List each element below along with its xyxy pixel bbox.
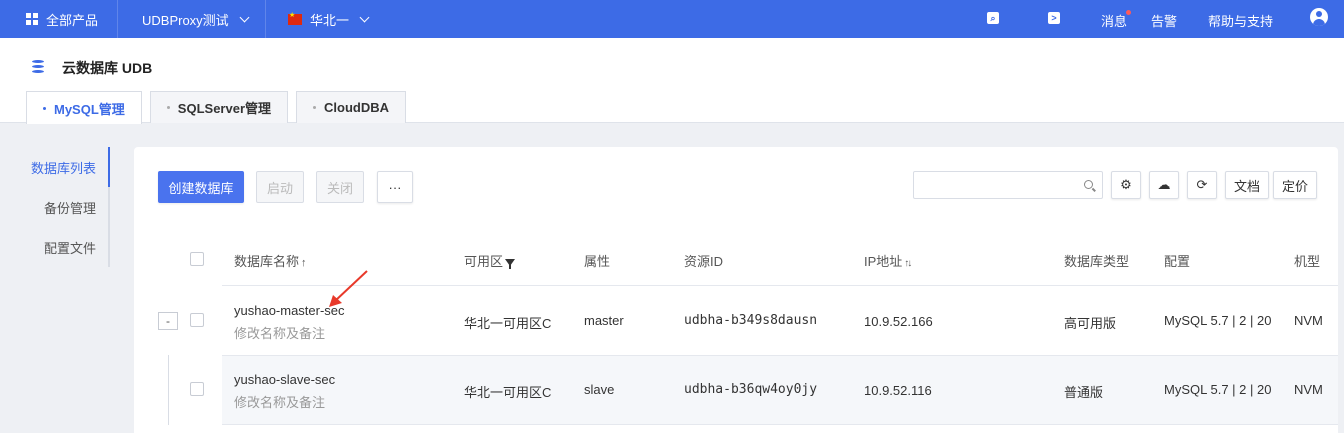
more-actions-button[interactable]: ··· xyxy=(377,171,413,203)
sidebar-item-config-files[interactable]: 配置文件 xyxy=(24,227,110,267)
region-selector[interactable]: 华北一 xyxy=(266,0,370,38)
refresh-icon: ⟳ xyxy=(1196,177,1208,192)
search-input[interactable] xyxy=(913,171,1103,199)
edit-name-note-link[interactable]: 修改名称及备注 xyxy=(234,392,325,411)
tab-label: CloudDBA xyxy=(324,100,389,115)
all-products-label: 全部产品 xyxy=(46,12,99,28)
db-type-cell: 普通版 xyxy=(1064,385,1104,400)
settings-button[interactable]: ⚙ xyxy=(1111,171,1141,199)
role-cell: slave xyxy=(584,382,615,397)
region-label: 华北一 xyxy=(310,12,350,28)
config-cell: MySQL 5.7 | 2 | 20 xyxy=(1164,382,1272,397)
sidebar-item-database-list[interactable]: 数据库列表 xyxy=(24,147,110,187)
product-tabs: MySQL管理 SQLServer管理 CloudDBA xyxy=(26,91,406,124)
resource-id-cell: udbha-b36qw4oy0jy xyxy=(684,382,818,397)
select-all-checkbox[interactable] xyxy=(190,252,204,266)
edit-name-note-link[interactable]: 修改名称及备注 xyxy=(234,323,325,342)
sort-ascending-icon: ↑ xyxy=(301,257,307,269)
create-database-button[interactable]: 创建数据库 xyxy=(158,171,244,203)
annotation-arrow-icon xyxy=(329,270,368,307)
column-header-label: 数据库名称 xyxy=(234,254,300,269)
china-flag-icon xyxy=(288,11,302,25)
project-label: UDBProxy测试 xyxy=(142,12,229,28)
table-header-divider xyxy=(222,285,1338,286)
database-icon xyxy=(32,60,44,73)
search-icon[interactable]: ⌕ xyxy=(987,12,999,24)
stop-button[interactable]: 关闭 xyxy=(316,171,364,203)
sidebar-item-backup[interactable]: 备份管理 xyxy=(24,187,110,227)
page-header: 云数据库 UDB MySQL管理 SQLServer管理 CloudDBA xyxy=(0,38,1344,124)
collapse-row-button[interactable]: - xyxy=(158,312,178,330)
tab-bullet xyxy=(313,106,316,109)
resource-id-cell: udbha-b349s8dausn xyxy=(684,313,818,328)
sidebar: 数据库列表 备份管理 配置文件 xyxy=(24,147,110,267)
db-name-link[interactable]: yushao-slave-sec xyxy=(234,372,335,387)
grid-icon xyxy=(26,13,38,25)
column-header-config: 配置 xyxy=(1164,254,1191,269)
download-button[interactable]: ☁ xyxy=(1149,171,1179,199)
ip-cell: 10.9.52.166 xyxy=(864,314,933,329)
column-header-zone[interactable]: 可用区 xyxy=(464,251,516,270)
top-navigation-bar: 全部产品 UDBProxy测试 华北一 ⌕ > 消息 告警 帮助与支持 xyxy=(0,0,1344,38)
chevron-down-icon xyxy=(359,12,370,22)
row-checkbox[interactable] xyxy=(190,382,204,396)
config-cell: MySQL 5.7 | 2 | 20 xyxy=(1164,313,1272,328)
chevron-down-icon xyxy=(239,12,250,22)
tree-connector-line xyxy=(168,355,169,425)
zone-cell: 华北一可用区C xyxy=(464,385,552,400)
tab-bullet xyxy=(166,106,170,109)
role-cell: master xyxy=(584,313,624,328)
messages-link[interactable]: 消息 xyxy=(1101,10,1132,30)
gear-icon: ⚙ xyxy=(1120,177,1132,192)
tab-sqlserver[interactable]: SQLServer管理 xyxy=(149,91,288,123)
column-header-label: IP地址 xyxy=(864,254,903,269)
column-header-resource-id: 资源ID xyxy=(684,254,724,269)
zone-cell: 华北一可用区C xyxy=(464,316,552,331)
pricing-button[interactable]: 定价 xyxy=(1273,171,1318,199)
sort-icon: ↑↓ xyxy=(904,258,912,269)
project-selector[interactable]: UDBProxy测试 xyxy=(118,0,266,38)
search-icon xyxy=(1084,180,1093,189)
all-products-menu[interactable]: 全部产品 xyxy=(0,0,118,38)
column-header-db-type: 数据库类型 xyxy=(1064,254,1130,269)
ip-cell: 10.9.52.116 xyxy=(864,383,932,398)
filter-icon xyxy=(505,259,516,270)
help-support-link[interactable]: 帮助与支持 xyxy=(1208,11,1273,30)
tab-label: MySQL管理 xyxy=(54,101,125,117)
tab-mysql[interactable]: MySQL管理 xyxy=(26,91,142,124)
column-header-ip[interactable]: IP地址 ↑↓ xyxy=(864,251,912,270)
notification-dot xyxy=(1126,10,1132,15)
machine-cell: NVM xyxy=(1294,382,1323,397)
tab-bullet xyxy=(43,106,46,110)
page-title: 云数据库 UDB xyxy=(62,60,153,76)
tab-clouddba[interactable]: CloudDBA xyxy=(296,91,406,123)
column-header-machine: 机型 xyxy=(1294,254,1321,269)
column-header-label: 可用区 xyxy=(464,254,504,269)
docs-button[interactable]: 文档 xyxy=(1225,171,1270,199)
alarm-link[interactable]: 告警 xyxy=(1151,11,1177,30)
db-type-cell: 高可用版 xyxy=(1064,316,1117,331)
row-checkbox[interactable] xyxy=(190,313,204,327)
tab-label: SQLServer管理 xyxy=(177,101,271,116)
cloud-download-icon: ☁ xyxy=(1157,177,1171,192)
user-avatar-icon[interactable] xyxy=(1310,8,1328,26)
annotation-arrow-shaft xyxy=(334,270,368,302)
start-button[interactable]: 启动 xyxy=(256,171,304,203)
column-header-role: 属性 xyxy=(584,254,611,269)
messages-label: 消息 xyxy=(1101,14,1128,29)
refresh-button[interactable]: ⟳ xyxy=(1187,171,1217,199)
terminal-icon[interactable]: > xyxy=(1048,12,1060,24)
machine-cell: NVM xyxy=(1294,313,1323,328)
column-header-name[interactable]: 数据库名称 ↑ xyxy=(234,251,307,270)
database-list-card: 创建数据库 启动 关闭 ··· ⚙ ☁ ⟳ 文档 定价 数据库名称 ↑ 可用区 属… xyxy=(134,147,1338,433)
